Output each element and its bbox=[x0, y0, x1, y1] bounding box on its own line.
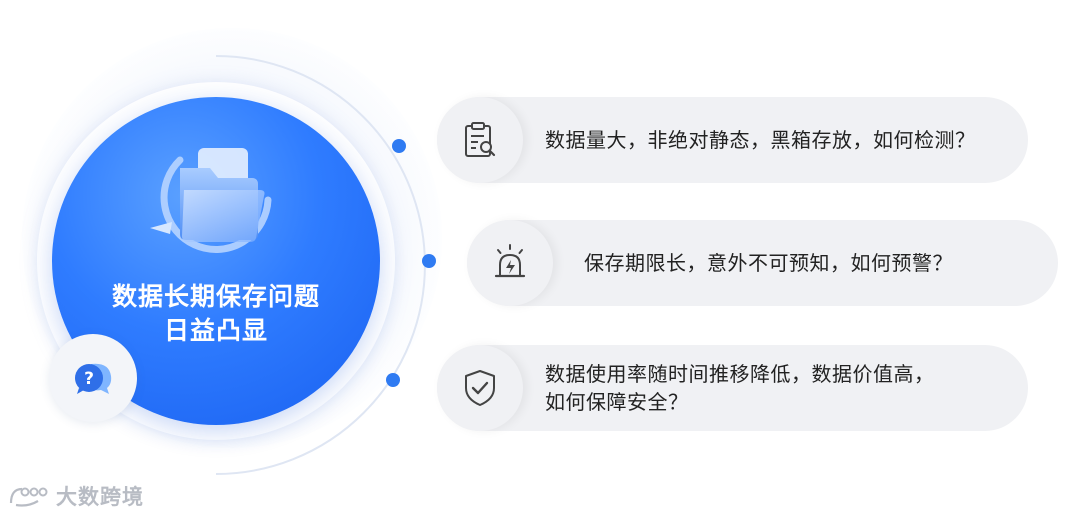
connector-dot-1 bbox=[392, 139, 406, 153]
issue-card-1-icon-wrap bbox=[437, 97, 523, 183]
alarm-light-icon bbox=[494, 244, 526, 278]
issue-card-3: 数据使用率随时间推移降低，数据价值高， 如何保障安全？ bbox=[437, 345, 1028, 431]
svg-text:?: ? bbox=[84, 369, 94, 389]
page: 数据长期保存问题 日益凸显 ? 数据量大，非绝对静态，黑箱存放，如何检测？ 保存… bbox=[0, 0, 1080, 517]
connector-dot-2 bbox=[422, 254, 436, 268]
issue-card-1-line-1: 数据量大，非绝对静态，黑箱存放，如何检测？ bbox=[545, 128, 976, 152]
shield-check-icon bbox=[465, 370, 495, 406]
issue-card-3-line-1: 数据使用率随时间推移降低，数据价值高， bbox=[545, 362, 935, 386]
issue-card-3-icon-wrap bbox=[437, 345, 523, 431]
issue-card-2-icon-wrap bbox=[467, 220, 553, 306]
brand-logo-icon bbox=[9, 487, 48, 507]
folder-sync-icon bbox=[150, 148, 272, 253]
document-search-icon bbox=[465, 122, 496, 157]
hero-title-line-1: 数据长期保存问题 bbox=[111, 282, 320, 311]
question-chat-icon: ? bbox=[75, 363, 112, 394]
issue-card-1: 数据量大，非绝对静态，黑箱存放，如何检测？ bbox=[437, 97, 1028, 183]
watermark: 大数跨境 bbox=[8, 481, 144, 511]
issue-card-3-text: 数据使用率随时间推移降低，数据价值高， 如何保障安全？ bbox=[545, 345, 935, 431]
issue-card-1-text: 数据量大，非绝对静态，黑箱存放，如何检测？ bbox=[545, 97, 976, 183]
watermark-text: 大数跨境 bbox=[56, 485, 144, 509]
issue-card-2-text: 保存期限长，意外不可预知，如何预警？ bbox=[584, 220, 953, 306]
issue-card-2: 保存期限长，意外不可预知，如何预警？ bbox=[467, 220, 1058, 306]
help-bubble: ? bbox=[49, 334, 137, 422]
connector-dot-3 bbox=[386, 373, 400, 387]
issue-card-2-line-1: 保存期限长，意外不可预知，如何预警？ bbox=[584, 251, 953, 275]
issue-card-3-line-2: 如何保障安全？ bbox=[545, 390, 689, 414]
